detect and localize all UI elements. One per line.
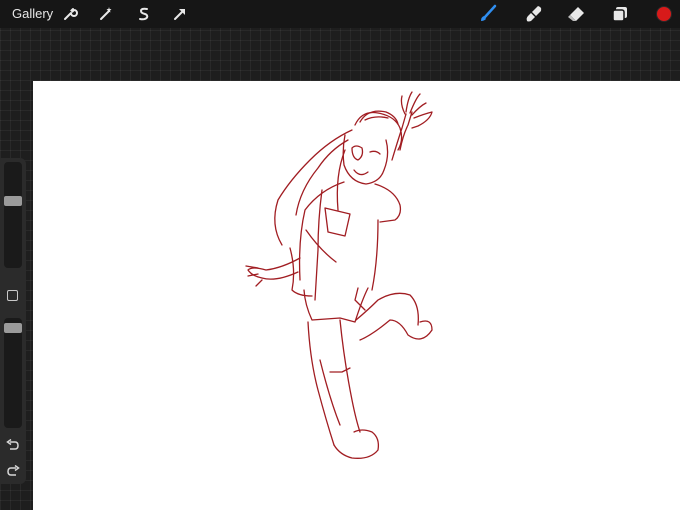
side-toolbar <box>0 158 26 484</box>
smudge-icon[interactable] <box>524 4 544 24</box>
sketch-figure <box>245 91 433 459</box>
magic-wand-icon[interactable] <box>96 4 116 24</box>
gallery-button[interactable]: Gallery <box>12 6 53 21</box>
wrench-icon[interactable] <box>60 4 80 24</box>
drawing-canvas[interactable] <box>33 81 680 510</box>
opacity-thumb[interactable] <box>4 323 22 333</box>
brush-size-slider[interactable] <box>4 162 22 268</box>
eraser-icon[interactable] <box>566 4 586 24</box>
layers-icon[interactable] <box>610 4 630 24</box>
brush-size-thumb[interactable] <box>4 196 22 206</box>
undo-icon[interactable] <box>6 438 20 450</box>
transform-arrow-icon[interactable] <box>170 4 190 24</box>
square-modify-icon[interactable] <box>7 290 18 301</box>
redo-icon[interactable] <box>6 464 20 476</box>
opacity-slider[interactable] <box>4 318 22 428</box>
selection-s-icon[interactable] <box>134 4 154 24</box>
brush-icon[interactable] <box>478 4 498 24</box>
top-toolbar: Gallery <box>0 0 680 28</box>
color-picker-swatch[interactable] <box>656 6 672 22</box>
